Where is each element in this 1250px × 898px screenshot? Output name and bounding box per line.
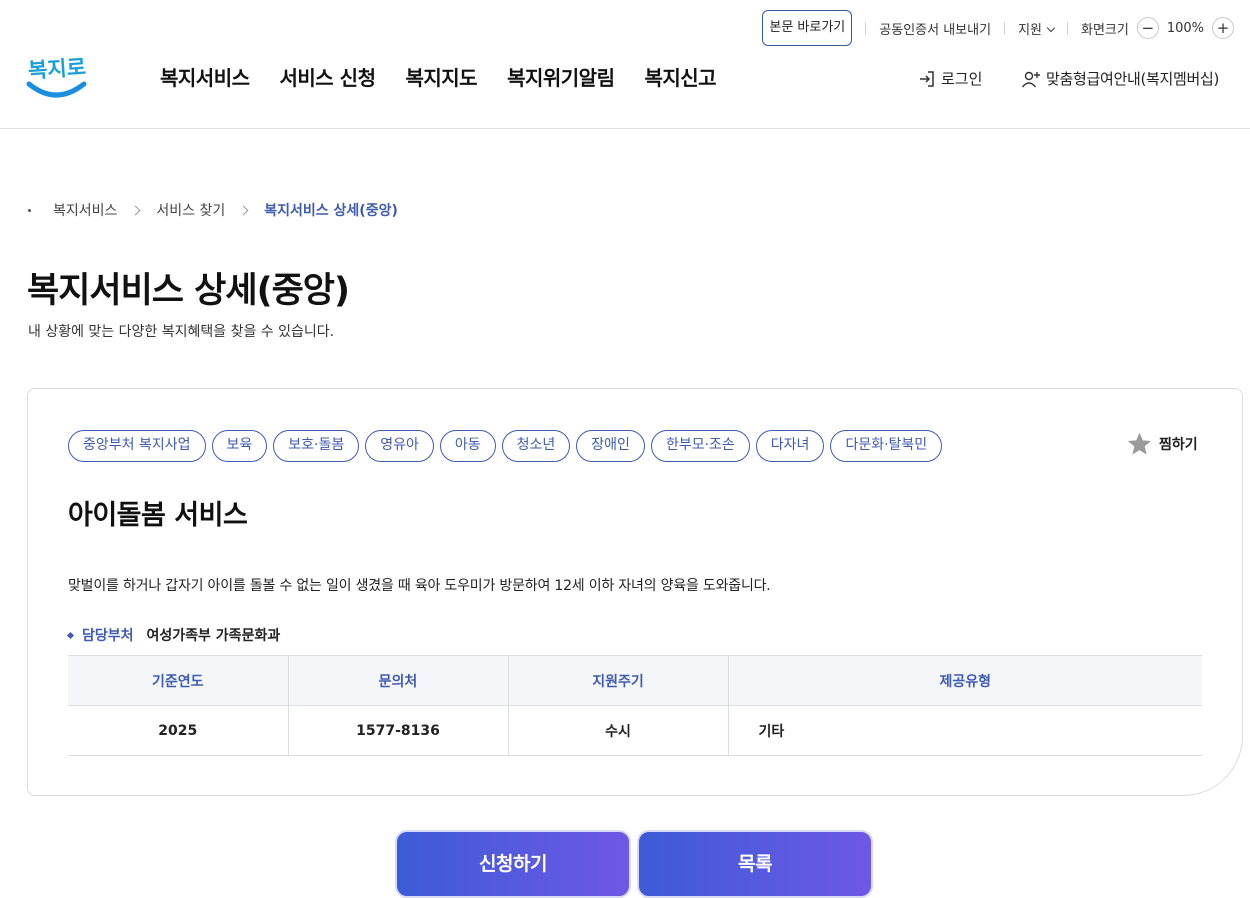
site-header: 본문 바로가기 공동인증서 내보내기 지원 화면크기 − 100% + 복지로 … — [0, 0, 1250, 129]
tag-disabled[interactable]: 장애인 — [576, 430, 645, 462]
skip-to-content-link[interactable]: 본문 바로가기 — [762, 10, 853, 46]
star-icon — [1127, 432, 1152, 455]
screen-size-label: 화면크기 — [1080, 22, 1129, 38]
tag-multicultural[interactable]: 다문화·탈북민 — [830, 430, 943, 462]
table-row: 2025 1577-8136 수시 기타 — [68, 705, 1202, 756]
nav-welfare-map[interactable]: 복지지도 — [405, 62, 477, 91]
breadcrumb: 복지서비스 서비스 찾기 복지서비스 상세(중앙) — [28, 200, 398, 220]
bokjiro-logo-icon: 복지로 — [26, 55, 87, 98]
nav-crisis-alert[interactable]: 복지위기알림 — [507, 62, 615, 91]
action-buttons: 신청하기 목록 — [395, 830, 879, 898]
utility-bar: 본문 바로가기 공동인증서 내보내기 지원 화면크기 − 100% + — [762, 10, 1242, 46]
tag-infants[interactable]: 영유아 — [365, 430, 434, 462]
chevron-right-icon — [130, 205, 141, 215]
zoom-in-button[interactable]: + — [1212, 17, 1234, 39]
chevron-down-icon — [1046, 23, 1056, 32]
main-navigation: 복지서비스 서비스 신청 복지지도 복지위기알림 복지신고 — [160, 62, 746, 91]
tag-children[interactable]: 아동 — [439, 430, 496, 462]
service-title: 아이돌봄 서비스 — [68, 500, 248, 531]
breadcrumb-item[interactable]: 서비스 찾기 — [156, 200, 225, 220]
service-tags: 중앙부처 복지사업 보육 보호·돌봄 영유아 아동 청소년 장애인 한부모·조손… — [68, 430, 948, 462]
support-label: 지원 — [1018, 22, 1042, 38]
column-header: 기준연도 — [68, 655, 289, 706]
divider — [865, 21, 867, 35]
divider — [1004, 21, 1006, 35]
column-header: 지원주기 — [508, 655, 729, 706]
home-bullet-icon — [28, 208, 31, 212]
membership-link[interactable]: 맞춤형급여안내(복지멤버십) — [1021, 68, 1219, 89]
service-description: 맞벌이를 하거나 갑자기 아이를 돌볼 수 없는 일이 생겼을 때 육아 도우미… — [68, 578, 771, 594]
page-description: 내 상황에 맞는 다양한 복지혜택을 찾을 수 있습니다. — [28, 324, 335, 340]
logo-text: 복지로 — [27, 55, 87, 83]
user-plus-icon — [1021, 71, 1040, 87]
tag-childcare[interactable]: 보육 — [211, 430, 268, 462]
divider — [1066, 21, 1068, 35]
login-label: 로그인 — [941, 70, 983, 88]
service-detail-card: 중앙부처 복지사업 보육 보호·돌봄 영유아 아동 청소년 장애인 한부모·조손… — [27, 388, 1243, 796]
provision-type-cell: 기타 — [728, 705, 1202, 756]
favorite-label: 찜하기 — [1159, 437, 1198, 453]
table-header-row: 기준연도 문의처 지원주기 제공유형 — [68, 655, 1202, 706]
nav-service-apply[interactable]: 서비스 신청 — [280, 62, 376, 91]
department-info: 담당부처 여성가족부 가족문화과 — [66, 625, 281, 645]
tag-youth[interactable]: 청소년 — [501, 430, 571, 462]
apply-button[interactable]: 신청하기 — [395, 830, 631, 898]
support-cycle-cell: 수시 — [508, 705, 729, 756]
zoom-out-button[interactable]: − — [1136, 17, 1159, 39]
base-year-cell: 2025 — [68, 705, 289, 756]
service-info-table: 기준연도 문의처 지원주기 제공유형 2025 1577-8136 수시 기타 — [68, 655, 1202, 756]
site-logo[interactable]: 복지로 — [26, 48, 88, 102]
chevron-right-icon — [238, 205, 249, 215]
login-arrow-icon — [920, 70, 934, 87]
breadcrumb-item[interactable]: 복지서비스 — [53, 200, 117, 220]
diamond-bullet-icon — [66, 631, 75, 639]
department-label: 담당부처 — [82, 628, 134, 644]
tag-single-parent[interactable]: 한부모·조손 — [650, 430, 750, 462]
breadcrumb-current: 복지서비스 상세(중앙) — [264, 203, 398, 219]
tag-central-ministry[interactable]: 중앙부처 복지사업 — [68, 430, 206, 462]
contact-cell: 1577-8136 — [288, 705, 509, 756]
nav-welfare-services[interactable]: 복지서비스 — [160, 62, 250, 91]
login-link[interactable]: 로그인 — [918, 68, 982, 89]
list-button[interactable]: 목록 — [637, 830, 873, 898]
zoom-level: 100% — [1166, 20, 1204, 36]
page-title: 복지서비스 상세(중앙) — [27, 271, 350, 311]
favorite-button[interactable]: 찜하기 — [1126, 431, 1198, 457]
column-header: 문의처 — [288, 655, 509, 706]
tag-multi-child[interactable]: 다자녀 — [755, 430, 825, 462]
department-value: 여성가족부 가족문화과 — [146, 628, 281, 644]
column-header: 제공유형 — [728, 655, 1202, 706]
nav-welfare-report[interactable]: 복지신고 — [644, 62, 716, 91]
support-dropdown[interactable]: 지원 — [1018, 19, 1056, 38]
tag-protection-care[interactable]: 보호·돌봄 — [273, 430, 360, 462]
cert-export-link[interactable]: 공동인증서 내보내기 — [879, 19, 991, 38]
membership-label: 맞춤형급여안내(복지멤버십) — [1046, 70, 1220, 88]
